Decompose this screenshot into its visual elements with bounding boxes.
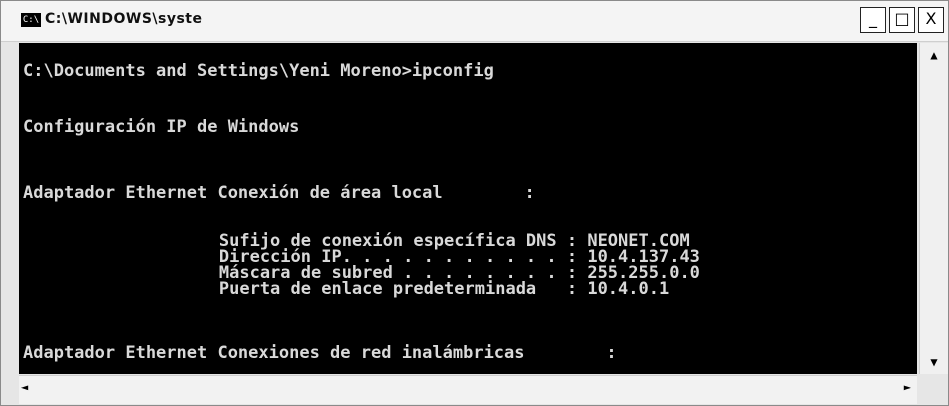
- scroll-right-icon[interactable]: ►: [904, 380, 911, 394]
- scroll-left-icon[interactable]: ◄: [21, 380, 28, 394]
- console-window: C:\ C:\WINDOWS\syste _ □ X C:\Documents …: [0, 0, 949, 406]
- scroll-down-icon[interactable]: ▼: [920, 350, 948, 374]
- window-controls: _ □ X: [860, 7, 944, 33]
- title-bar[interactable]: C:\ C:\WINDOWS\syste _ □ X: [1, 1, 948, 42]
- close-button[interactable]: X: [918, 7, 944, 33]
- window-title: C:\WINDOWS\syste: [45, 11, 203, 27]
- console-line-adapter-2: Adaptador Ethernet Conexiones de red ina…: [23, 343, 617, 363]
- console-line-default-gateway: Puerta de enlace predeterminada : 10.4.0…: [137, 279, 670, 299]
- minimize-button[interactable]: _: [860, 7, 886, 33]
- console-line-header: Configuración IP de Windows: [23, 117, 300, 137]
- console-app-icon: C:\: [21, 13, 41, 27]
- vertical-scrollbar[interactable]: ▲ ▼: [919, 43, 948, 374]
- console-output[interactable]: C:\Documents and Settings\Yeni Moreno>ip…: [19, 43, 917, 374]
- horizontal-scrollbar[interactable]: ◄ ►: [19, 375, 917, 404]
- maximize-button[interactable]: □: [889, 7, 915, 33]
- console-line-prompt: C:\Documents and Settings\Yeni Moreno>ip…: [23, 61, 494, 81]
- scroll-up-icon[interactable]: ▲: [920, 43, 948, 67]
- console-line-adapter-1: Adaptador Ethernet Conexión de área loca…: [23, 183, 535, 203]
